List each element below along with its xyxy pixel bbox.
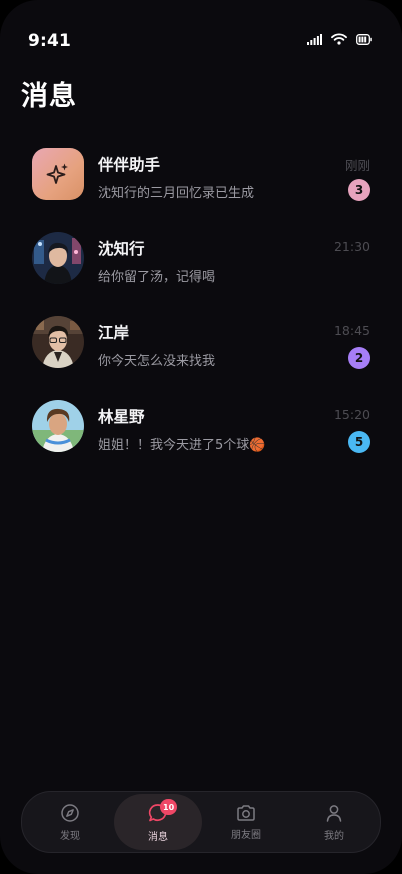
message-time: 15:20 — [333, 407, 370, 422]
unread-badge: 3 — [348, 179, 370, 201]
avatar — [32, 232, 84, 284]
message-preview: 姐姐！！我今天进了5个球🏀 — [98, 438, 266, 453]
wifi-icon — [331, 33, 347, 45]
avatar — [32, 316, 84, 368]
contact-name: 江岸 — [98, 324, 130, 342]
page-title: 消息 — [21, 81, 77, 112]
contact-name: 沈知行 — [98, 240, 145, 258]
avatar — [32, 400, 84, 452]
unread-badge: 2 — [348, 347, 370, 369]
messages-screen: 9:41 消息 伴伴助手 沈知行的三月回忆录已生成 刚刚 3 沈知行 给你留了汤… — [0, 0, 402, 874]
status-icons — [307, 33, 372, 45]
contact-name: 伴伴助手 — [98, 156, 161, 174]
conversation-list: 伴伴助手 沈知行的三月回忆录已生成 刚刚 3 沈知行 给你留了汤，记得喝 21:… — [0, 140, 402, 476]
battery-icon — [356, 33, 372, 45]
compass-icon — [61, 803, 79, 822]
assistant-avatar — [32, 148, 84, 200]
tab-label: 朋友圈 — [231, 829, 261, 841]
avatar-photo — [32, 232, 84, 284]
tab-moments[interactable]: 朋友圈 — [202, 794, 290, 850]
avatar-photo — [32, 316, 84, 368]
message-time: 21:30 — [333, 239, 370, 254]
tab-profile[interactable]: 我的 — [290, 794, 378, 850]
user-icon — [326, 804, 342, 822]
tab-label: 我的 — [324, 830, 344, 842]
sparkle-icon — [46, 163, 68, 184]
status-time: 9:41 — [28, 31, 72, 51]
status-bar: 9:41 — [0, 0, 402, 60]
message-time: 刚刚 — [344, 158, 370, 173]
conversation-row[interactable]: 江岸 你今天怎么没来找我 18:45 2 — [0, 308, 402, 392]
message-preview: 你今天怎么没来找我 — [98, 354, 216, 369]
message-preview: 给你留了汤，记得喝 — [98, 270, 216, 285]
avatar-photo — [32, 400, 84, 452]
conversation-row[interactable]: 林星野 姐姐！！我今天进了5个球🏀 15:20 5 — [0, 392, 402, 476]
tab-label: 消息 — [148, 831, 168, 843]
conversation-row[interactable]: 伴伴助手 沈知行的三月回忆录已生成 刚刚 3 — [0, 140, 402, 224]
message-time: 18:45 — [333, 323, 370, 338]
cellular-signal-icon — [307, 33, 322, 45]
conversation-row[interactable]: 沈知行 给你留了汤，记得喝 21:30 — [0, 224, 402, 308]
unread-badge: 5 — [348, 431, 370, 453]
camera-icon — [237, 804, 255, 821]
contact-name: 林星野 — [98, 408, 145, 426]
message-preview: 沈知行的三月回忆录已生成 — [98, 186, 255, 201]
bottom-tab-bar: 发现 10 消息 朋友圈 我的 — [21, 791, 381, 853]
tab-label: 发现 — [60, 830, 80, 842]
tab-messages[interactable]: 10 消息 — [114, 794, 202, 850]
tab-unread-badge: 10 — [160, 799, 178, 815]
tab-discover[interactable]: 发现 — [26, 794, 114, 850]
